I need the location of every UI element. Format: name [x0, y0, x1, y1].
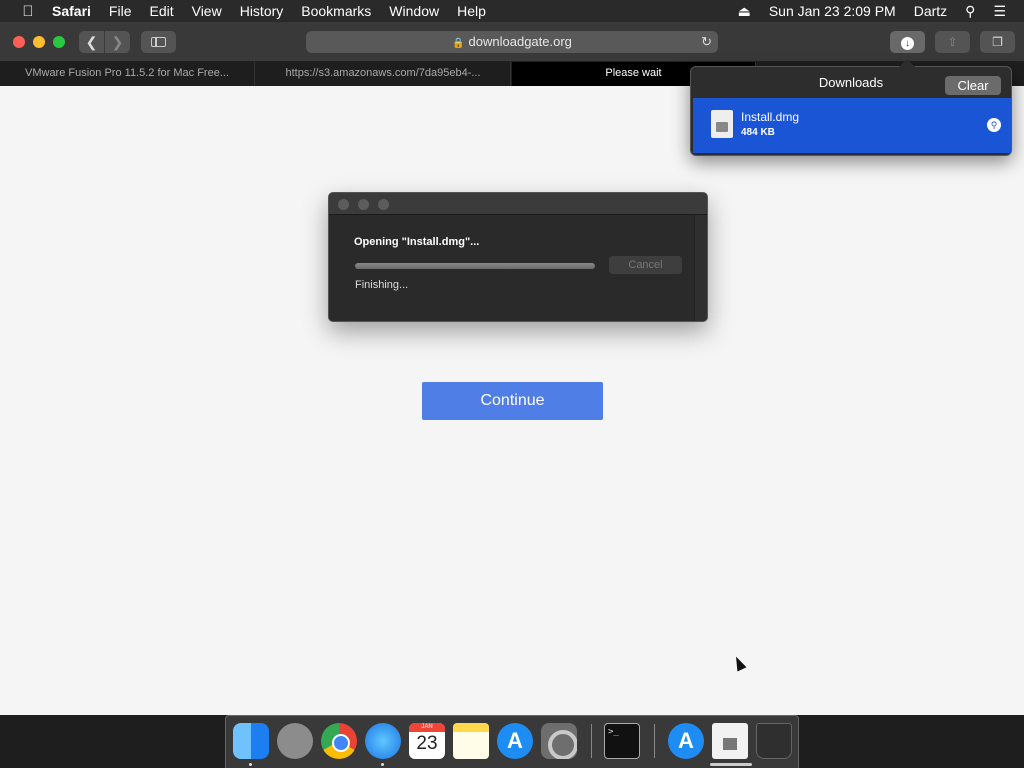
- downloads-button[interactable]: ↓: [890, 31, 925, 53]
- popover-arrow: [899, 59, 915, 67]
- dialog-scrollbar[interactable]: [694, 215, 707, 321]
- dock-separator: [591, 724, 592, 758]
- lock-icon: 🔒: [452, 38, 465, 49]
- progress-bar: [355, 263, 595, 269]
- cancel-button[interactable]: Cancel: [609, 256, 682, 274]
- menu-bar:  Safari File Edit View History Bookmark…: [0, 0, 1024, 22]
- continue-button[interactable]: Continue: [422, 382, 603, 420]
- notes-icon[interactable]: [453, 723, 489, 759]
- zoom-window-button[interactable]: [53, 36, 65, 48]
- menu-history[interactable]: History: [240, 3, 284, 19]
- menu-edit[interactable]: Edit: [149, 3, 173, 19]
- calendar-month: JAN: [409, 723, 445, 732]
- app-store-icon[interactable]: A: [497, 723, 533, 759]
- applications-folder-icon[interactable]: A: [668, 723, 704, 759]
- download-filesize: 484 KB: [741, 127, 775, 138]
- menu-help[interactable]: Help: [457, 3, 486, 19]
- download-progress-indicator: [710, 763, 752, 766]
- dmg-file-icon: [711, 110, 733, 138]
- tab-amazonaws[interactable]: https://s3.amazonaws.com/7da95eb4-...: [256, 62, 511, 86]
- finder-running-indicator: [249, 763, 252, 766]
- dialog-zoom-button: [378, 199, 389, 210]
- trash-icon[interactable]: [756, 723, 792, 759]
- show-tabs-button[interactable]: ❐: [980, 31, 1015, 53]
- share-button[interactable]: ⇧: [935, 31, 970, 53]
- dock: JAN 23 A >_ A: [225, 715, 799, 768]
- dialog-status: Finishing...: [355, 279, 409, 291]
- downloads-popover: Downloads Clear Install.dmg 484 KB ⚲: [690, 59, 1012, 156]
- menu-bookmarks[interactable]: Bookmarks: [301, 3, 371, 19]
- menu-user[interactable]: Dartz: [914, 3, 947, 19]
- opening-dialog: Opening "Install.dmg"... Cancel Finishin…: [328, 192, 708, 322]
- safari-running-indicator: [381, 763, 384, 766]
- tab-vmware[interactable]: VMware Fusion Pro 11.5.2 for Mac Free...: [0, 62, 255, 86]
- menu-file[interactable]: File: [109, 3, 132, 19]
- download-arrow-icon: ↓: [901, 37, 914, 50]
- dialog-titlebar[interactable]: [329, 193, 707, 215]
- menu-app-name[interactable]: Safari: [52, 3, 91, 19]
- close-window-button[interactable]: [13, 36, 25, 48]
- dialog-minimize-button: [358, 199, 369, 210]
- apple-icon[interactable]: : [18, 3, 38, 20]
- terminal-icon[interactable]: >_: [604, 723, 640, 759]
- sidebar-toggle-button[interactable]: [141, 31, 176, 53]
- download-filename: Install.dmg: [741, 110, 800, 124]
- sidebar-icon: [151, 37, 166, 47]
- menu-window[interactable]: Window: [389, 3, 439, 19]
- spotlight-search-icon[interactable]: ⚲: [965, 3, 975, 20]
- calendar-icon[interactable]: JAN 23: [409, 723, 445, 759]
- dock-separator: [654, 724, 655, 758]
- reload-icon[interactable]: ↻: [701, 31, 712, 53]
- safari-icon[interactable]: [365, 723, 401, 759]
- menu-clock[interactable]: Sun Jan 23 2:09 PM: [769, 3, 896, 19]
- calendar-day: 23: [416, 733, 438, 754]
- address-bar[interactable]: 🔒 downloadgate.org ↻: [306, 31, 718, 53]
- eject-icon[interactable]: ⏏: [738, 3, 751, 20]
- downloads-stack-icon[interactable]: [712, 723, 748, 759]
- reveal-in-finder-icon[interactable]: ⚲: [987, 118, 1001, 132]
- chrome-icon[interactable]: [321, 723, 357, 759]
- minimize-window-button[interactable]: [33, 36, 45, 48]
- browser-toolbar: ❮ ❯ 🔒 downloadgate.org ↻ ↓ ⇧ ❐: [0, 22, 1024, 62]
- forward-button[interactable]: ❯: [105, 31, 130, 53]
- download-item[interactable]: Install.dmg 484 KB ⚲: [693, 98, 1011, 153]
- dialog-close-button: [338, 199, 349, 210]
- notification-center-icon[interactable]: ☰: [993, 3, 1006, 20]
- dialog-heading: Opening "Install.dmg"...: [354, 236, 480, 248]
- address-text: downloadgate.org: [468, 34, 572, 49]
- launchpad-icon[interactable]: [277, 723, 313, 759]
- system-preferences-icon[interactable]: [541, 723, 577, 759]
- finder-icon[interactable]: [233, 723, 269, 759]
- menu-view[interactable]: View: [192, 3, 222, 19]
- back-button[interactable]: ❮: [79, 31, 104, 53]
- clear-downloads-button[interactable]: Clear: [945, 76, 1001, 95]
